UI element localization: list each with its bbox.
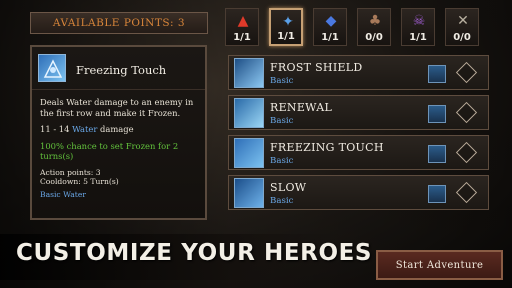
slot-count: 1/1 [409, 32, 427, 43]
skill-type: Basic [270, 116, 294, 126]
slow-icon [234, 178, 264, 208]
skill-slots: ▲ 1/1 ✦ 1/1 ◆ 1/1 ♣ 0/0 ☠ 1/1 ✕ 0/0 [225, 8, 479, 46]
skill-name: Slow [270, 181, 307, 194]
skill-name: Renewal [270, 101, 333, 114]
lightning-icon: ◆ [325, 13, 337, 29]
frost-shield-icon [234, 58, 264, 88]
slot-count: 1/1 [233, 32, 251, 43]
water-type-icon [428, 65, 446, 83]
damage-range: 11 - 14 [40, 124, 70, 134]
fire-icon: ▲ [237, 13, 249, 29]
equip-toggle[interactable] [455, 61, 478, 84]
equip-toggle[interactable] [455, 141, 478, 164]
water-type-icon [428, 105, 446, 123]
cooldown: Cooldown: 5 Turn(s) [40, 177, 119, 186]
skill-description: Deals Water damage to an enemy in the fi… [40, 97, 194, 118]
skill-row-frost-shield[interactable]: Frost Shield Basic [228, 55, 489, 90]
promo-banner-text: Customize your heroes [16, 240, 373, 266]
available-points: Available points: 3 [30, 12, 208, 34]
slot-lightning[interactable]: ◆ 1/1 [313, 8, 347, 46]
action-points: Action points: 3 [40, 167, 101, 177]
skill-name: Frost Shield [270, 61, 363, 74]
equip-toggle[interactable] [455, 181, 478, 204]
skill-type: Basic [270, 76, 294, 86]
swords-icon: ✕ [457, 13, 469, 29]
renewal-icon [234, 98, 264, 128]
skill-tag: Basic Water [40, 189, 86, 199]
beast-icon: ♣ [368, 13, 382, 29]
slot-water[interactable]: ✦ 1/1 [269, 8, 303, 46]
equip-toggle[interactable] [455, 101, 478, 124]
skill-detail-header: Freezing Touch [32, 47, 205, 90]
slot-skull[interactable]: ☠ 1/1 [401, 8, 435, 46]
slot-swords[interactable]: ✕ 0/0 [445, 8, 479, 46]
skill-detail-title: Freezing Touch [76, 63, 167, 77]
skill-name: Freezing Touch [270, 141, 384, 154]
slot-count: 1/1 [321, 32, 339, 43]
water-spirit-icon: ✦ [282, 14, 294, 30]
freezing-touch-icon [234, 138, 264, 168]
skill-row-freezing-touch[interactable]: Freezing Touch Basic [228, 135, 489, 170]
damage-type: Water [72, 124, 98, 134]
skill-chance: 100% chance to set Frozen for 2 turns(s) [40, 140, 179, 162]
skill-damage: 11 - 14 Water damage [40, 124, 203, 135]
water-type-icon [428, 145, 446, 163]
freezing-touch-icon [38, 54, 66, 82]
skill-list: Frost Shield Basic Renewal Basic Freezin… [228, 55, 489, 215]
skill-row-renewal[interactable]: Renewal Basic [228, 95, 489, 130]
skull-icon: ☠ [412, 13, 426, 29]
damage-suffix: damage [100, 124, 134, 134]
water-type-icon [428, 185, 446, 203]
skill-detail-body: Deals Water damage to an enemy in the fi… [40, 97, 203, 200]
skill-type: Basic [270, 156, 294, 166]
skill-detail-panel: Freezing Touch Deals Water damage to an … [30, 45, 207, 220]
slot-count: 0/0 [453, 32, 471, 43]
start-adventure-label: Start Adventure [395, 259, 484, 271]
slot-beast[interactable]: ♣ 0/0 [357, 8, 391, 46]
slot-count: 1/1 [277, 31, 295, 42]
skill-row-slow[interactable]: Slow Basic [228, 175, 489, 210]
skill-type: Basic [270, 196, 294, 206]
slot-fire[interactable]: ▲ 1/1 [225, 8, 259, 46]
start-adventure-button[interactable]: Start Adventure [376, 250, 503, 280]
available-points-label: Available points: 3 [52, 17, 186, 29]
slot-count: 0/0 [365, 32, 383, 43]
